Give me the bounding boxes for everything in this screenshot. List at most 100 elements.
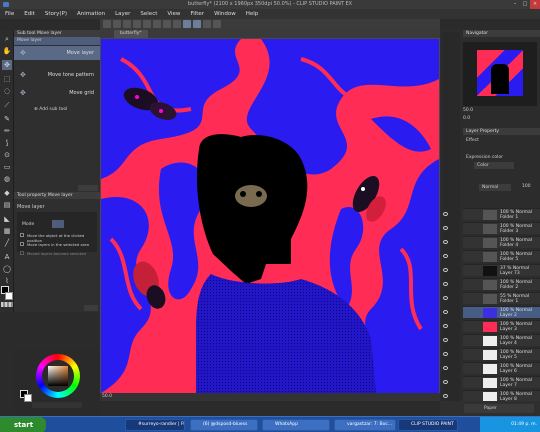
maximize-icon[interactable]: □	[520, 0, 530, 9]
layer-row[interactable]: 100 % Normal Folder 1	[443, 208, 540, 220]
layer-row[interactable]: 100 % Normal Layer 3	[443, 320, 540, 332]
option-checkbox-2[interactable]	[20, 242, 24, 246]
eye-icon[interactable]	[443, 310, 448, 314]
task-browser-1[interactable]: #surreyo-randier | P...	[125, 419, 185, 431]
eye-icon[interactable]	[443, 366, 448, 370]
menu-filter[interactable]: Filter	[185, 9, 209, 19]
hand-icon[interactable]: ✋	[2, 46, 12, 56]
eye-icon[interactable]	[443, 240, 448, 244]
clear-icon[interactable]	[153, 20, 161, 28]
gradient-icon[interactable]: ▤	[2, 200, 12, 210]
blend-mode-select[interactable]: Normal	[479, 184, 511, 191]
subtool-group-tab[interactable]: Move layer	[14, 37, 100, 45]
subtool-move-layer[interactable]: ✥ Move layer	[14, 46, 100, 60]
task-browser-2[interactable]: (6) @dsposd-bluess	[190, 419, 258, 431]
layer-row-selected[interactable]: 100 % Normal Layer 2	[443, 306, 540, 318]
menu-file[interactable]: File	[0, 9, 19, 19]
eye-icon[interactable]	[443, 338, 448, 342]
navigator-angle[interactable]: 0.0	[463, 116, 470, 121]
layer-row[interactable]: 100 % Normal Folder 3	[443, 222, 540, 234]
balloon-icon[interactable]: ◯	[2, 264, 12, 274]
layer-row[interactable]: 100 % Normal Layer 8	[443, 390, 540, 402]
layer-row[interactable]: 100 % Normal Layer 7	[443, 376, 540, 388]
task-browser-3[interactable]: vargastzar: 7: Boc...	[334, 419, 396, 431]
eyedropper-icon[interactable]: ⟋	[2, 100, 12, 110]
layer-row[interactable]: 100 % Normal Folder 2	[443, 278, 540, 290]
eye-icon[interactable]	[443, 212, 448, 216]
sub-color-swatch[interactable]	[5, 292, 13, 300]
layer-row[interactable]: 100 % Normal Layer 5	[443, 348, 540, 360]
navigator-preview[interactable]	[463, 42, 537, 106]
eye-icon[interactable]	[443, 394, 448, 398]
subtool-bottom-icons[interactable]	[78, 185, 98, 191]
undo-icon[interactable]	[133, 20, 141, 28]
eye-icon[interactable]	[443, 352, 448, 356]
clock[interactable]: 01:49 p. m.	[511, 422, 537, 427]
fill-icon[interactable]: ◆	[2, 188, 12, 198]
eye-icon[interactable]	[443, 380, 448, 384]
menu-help[interactable]: Help	[241, 9, 264, 19]
open-icon[interactable]	[113, 20, 121, 28]
eraser-icon[interactable]: ▭	[2, 162, 12, 172]
layer-row[interactable]: 100 % Normal Folder 5	[443, 250, 540, 262]
eye-icon[interactable]	[443, 296, 448, 300]
option-checkbox-1[interactable]	[20, 233, 24, 237]
menu-animation[interactable]: Animation	[72, 9, 110, 19]
eye-icon[interactable]	[443, 282, 448, 286]
opacity-value[interactable]: 100	[522, 184, 531, 189]
toolprop-settings-icon[interactable]	[84, 305, 98, 311]
status-zoom[interactable]: 50.0	[102, 394, 112, 399]
redo-icon[interactable]	[143, 20, 151, 28]
navigator-zoom[interactable]: 50.0	[463, 108, 473, 113]
menu-layer[interactable]: Layer	[110, 9, 135, 19]
task-whatsapp[interactable]: WhatsApp	[262, 419, 330, 431]
eye-icon[interactable]	[443, 268, 448, 272]
close-icon[interactable]: ×	[530, 0, 540, 9]
subtool-move-tone[interactable]: ✥ Move tone pattern	[14, 68, 100, 82]
canvas-artwork[interactable]	[101, 39, 439, 393]
save-icon[interactable]	[123, 20, 131, 28]
text-icon[interactable]: A	[2, 252, 12, 262]
brush-icon[interactable]: ⟆	[2, 138, 12, 148]
layer-row[interactable]: 55 % Normal Folder 1	[443, 292, 540, 304]
figure-icon[interactable]: ◣	[2, 214, 12, 224]
eye-icon[interactable]	[443, 254, 448, 258]
transform-icon[interactable]	[163, 20, 171, 28]
eye-icon[interactable]	[443, 324, 448, 328]
task-clip-studio[interactable]: CLIP STUDIO PAINT	[398, 419, 458, 431]
menu-story[interactable]: Story(P)	[40, 9, 72, 19]
new-icon[interactable]	[103, 20, 111, 28]
ruler-tool-icon[interactable]: ╱	[2, 238, 12, 248]
menu-select[interactable]: Select	[135, 9, 162, 19]
ruler-icon[interactable]	[213, 20, 221, 28]
menu-window[interactable]: Window	[209, 9, 241, 19]
blend-icon[interactable]: ◍	[2, 174, 12, 184]
layer-row[interactable]: 100 % Normal Layer 4	[443, 334, 540, 346]
option-checkbox-3[interactable]	[20, 251, 24, 255]
snap-ruler-icon[interactable]	[193, 20, 201, 28]
transparent-swatch[interactable]	[1, 302, 13, 307]
saturation-square[interactable]	[48, 366, 68, 386]
grid-icon[interactable]	[203, 20, 211, 28]
selection-icon[interactable]: ⬚	[2, 74, 12, 84]
lasso-icon[interactable]: ◌	[2, 86, 12, 96]
pencil-icon[interactable]: ✏	[2, 126, 12, 136]
layer-toolbar-buttons[interactable]	[464, 404, 534, 413]
color-panel-tabs[interactable]	[32, 402, 82, 408]
menu-edit[interactable]: Edit	[19, 9, 40, 19]
wheel-sub-color[interactable]	[24, 394, 32, 402]
eye-icon[interactable]	[443, 226, 448, 230]
menu-view[interactable]: View	[162, 9, 185, 19]
start-button[interactable]: start	[0, 417, 46, 432]
canvas-tab[interactable]: butterfly*	[114, 30, 148, 38]
layer-row[interactable]: 100 % Normal Folder 4	[443, 236, 540, 248]
layer-row[interactable]: 37 % Normal Layer 73	[443, 264, 540, 276]
zoom-icon[interactable]: ⌕	[2, 34, 12, 44]
subtool-move-grid[interactable]: ✥ Move grid	[14, 86, 100, 100]
mode-toggle[interactable]	[52, 220, 64, 228]
minimize-icon[interactable]: –	[510, 0, 520, 9]
expression-color-select[interactable]: Color	[474, 162, 514, 169]
pen-icon[interactable]: ✎	[2, 114, 12, 124]
deselect-icon[interactable]	[173, 20, 181, 28]
move-icon[interactable]: ✥	[2, 60, 12, 70]
